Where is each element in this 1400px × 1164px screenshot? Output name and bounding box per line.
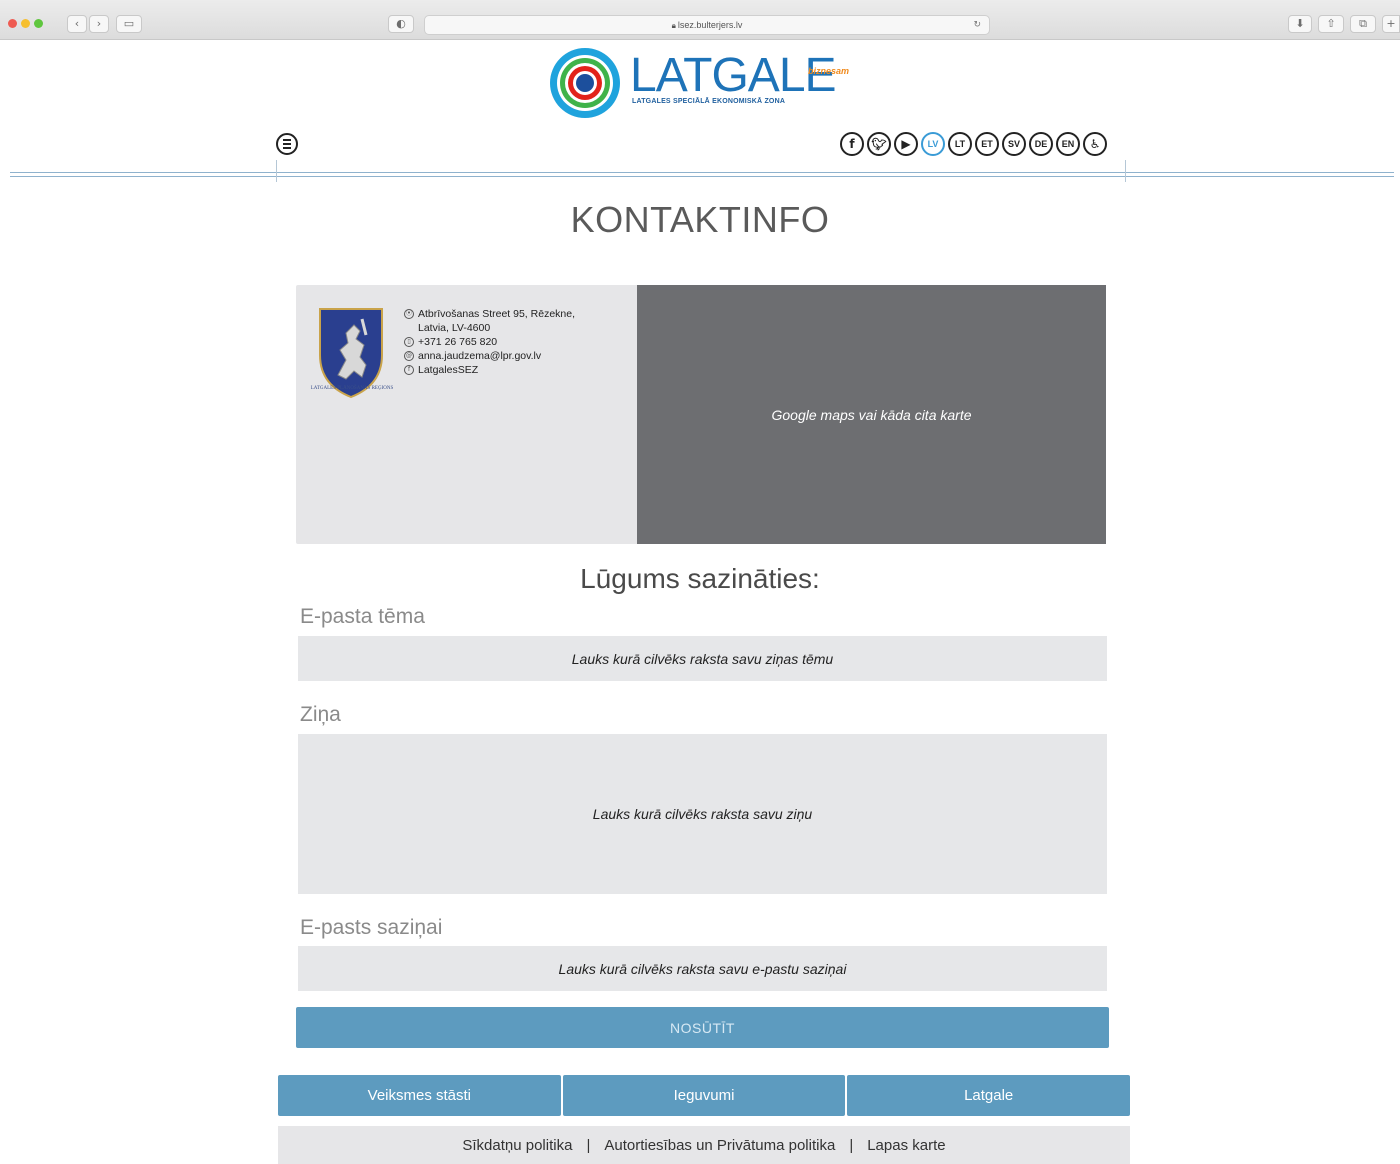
footer-nav: Veiksmes stāsti Ieguvumi Latgale xyxy=(278,1075,1131,1116)
back-button[interactable]: ‹ xyxy=(67,15,87,33)
sidebar-toggle-icon[interactable]: ▭ xyxy=(116,15,142,33)
email-label: E-pasts saziņai xyxy=(300,916,443,939)
location-pin-icon: ⦿ xyxy=(404,309,414,319)
map-placeholder[interactable]: Google maps vai kāda cita karte xyxy=(637,285,1106,544)
logo-tagline: biznesam xyxy=(808,66,850,76)
privacy-policy-link[interactable]: Autortiesības un Privātuma politika xyxy=(604,1137,835,1154)
divider-tick-right xyxy=(1125,160,1126,182)
minimize-window-button[interactable] xyxy=(21,19,30,28)
language-lv[interactable]: LV xyxy=(921,132,945,156)
downloads-icon[interactable]: ⬇ xyxy=(1288,15,1312,33)
footer-link-benefits[interactable]: Ieguvumi xyxy=(562,1075,846,1116)
facebook-small-icon: f xyxy=(404,365,414,375)
submit-button[interactable]: NOSŪTĪT xyxy=(296,1007,1109,1048)
zoom-window-button[interactable] xyxy=(34,19,43,28)
header-divider-secondary xyxy=(10,176,1394,177)
address-bar[interactable]: 🔒︎ lsez.bulterjers.lv ↻ xyxy=(424,15,990,35)
logo-rings-icon xyxy=(550,48,620,118)
facebook-handle[interactable]: LatgalesSEZ xyxy=(418,364,478,376)
logo-title: LATGALE xyxy=(630,49,837,102)
forward-button[interactable]: › xyxy=(89,15,109,33)
language-sv[interactable]: SV xyxy=(1002,132,1026,156)
address-line-2: Latvia, LV-4600 xyxy=(418,322,491,334)
lock-icon: 🔒︎ xyxy=(671,21,676,30)
sitemap-link[interactable]: Lapas karte xyxy=(867,1137,945,1154)
email-row: @ anna.jaudzema@lpr.gov.lv xyxy=(404,349,575,363)
email-icon: @ xyxy=(404,351,414,361)
address-line-1: Atbrīvošanas Street 95, Rēzekne, xyxy=(418,308,576,320)
email-address[interactable]: anna.jaudzema@lpr.gov.lv xyxy=(418,350,541,362)
subject-input[interactable]: Lauks kurā cilvēks raksta savu ziņas tēm… xyxy=(298,636,1107,681)
page-title: KONTAKTINFO xyxy=(570,199,830,240)
language-lt[interactable]: LT xyxy=(948,132,972,156)
email-input[interactable]: Lauks kurā cilvēks raksta savu e-pastu s… xyxy=(298,946,1107,991)
message-textarea[interactable]: Lauks kurā cilvēks raksta savu ziņu xyxy=(298,734,1107,894)
facebook-row: f LatgalesSEZ xyxy=(404,363,575,377)
language-de[interactable]: DE xyxy=(1029,132,1053,156)
accessibility-icon[interactable]: ♿︎ xyxy=(1083,132,1107,156)
site-logo[interactable]: LATGALE biznesam LATGALES SPECIĀLĀ EKONO… xyxy=(548,46,868,120)
browser-toolbar: ‹ › ▭ ◐ 🔒︎ lsez.bulterjers.lv ↻ ⬇ ⇧ ⧉ + xyxy=(0,0,1400,40)
legal-separator: | xyxy=(586,1136,591,1154)
phone-row: ▯ +371 26 765 820 xyxy=(404,335,575,349)
reload-icon[interactable]: ↻ xyxy=(973,16,981,34)
youtube-icon[interactable]: ▶ xyxy=(894,132,918,156)
legal-links: Sīkdatņu politika | Autortiesības un Pri… xyxy=(278,1126,1130,1164)
address-row: ⦿ Atbrīvošanas Street 95, Rēzekne, xyxy=(404,307,575,321)
contact-details: ⦿ Atbrīvošanas Street 95, Rēzekne, Latvi… xyxy=(404,307,575,377)
new-tab-button[interactable]: + xyxy=(1382,15,1400,33)
facebook-icon[interactable]: f xyxy=(840,132,864,156)
share-icon[interactable]: ⇧ xyxy=(1318,15,1344,33)
form-title: Lūgums sazināties: xyxy=(580,563,820,594)
footer-link-latgale[interactable]: Latgale xyxy=(847,1075,1131,1116)
tabs-overview-icon[interactable]: ⧉ xyxy=(1350,15,1376,33)
close-window-button[interactable] xyxy=(8,19,17,28)
hamburger-menu-icon[interactable] xyxy=(276,133,298,155)
phone-icon: ▯ xyxy=(404,337,414,347)
twitter-icon[interactable]: 🐦︎ xyxy=(867,132,891,156)
privacy-shield-icon[interactable]: ◐ xyxy=(388,15,414,33)
contact-card: LATGALES PLĀNOŠANAS REĢIONS ⦿ Atbrīvošan… xyxy=(296,285,637,544)
footer-link-success-stories[interactable]: Veiksmes stāsti xyxy=(278,1075,561,1116)
address-row-2: Latvia, LV-4600 xyxy=(404,321,575,335)
message-label: Ziņa xyxy=(300,703,341,726)
divider-tick-left xyxy=(276,160,277,182)
legal-separator: | xyxy=(849,1136,854,1154)
cookie-policy-link[interactable]: Sīkdatņu politika xyxy=(462,1137,572,1154)
subject-label: E-pasta tēma xyxy=(300,605,425,628)
crest-caption: LATGALES PLĀNOŠANAS REĢIONS xyxy=(310,386,394,391)
social-language-bar: f 🐦︎ ▶ LV LT ET SV DE EN ♿︎ xyxy=(840,132,1107,156)
language-en[interactable]: EN xyxy=(1056,132,1080,156)
language-et[interactable]: ET xyxy=(975,132,999,156)
url-text: lsez.bulterjers.lv xyxy=(677,20,743,30)
header-divider xyxy=(10,172,1394,173)
logo-subtitle: LATGALES SPECIĀLĀ EKONOMISKĀ ZONA xyxy=(632,98,786,105)
phone-number[interactable]: +371 26 765 820 xyxy=(418,336,497,348)
